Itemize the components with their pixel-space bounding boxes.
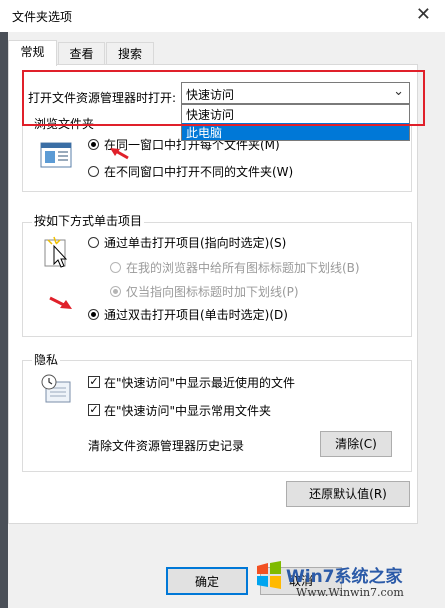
tab-view[interactable]: 查看: [58, 42, 105, 65]
watermark-brand: Win7系统之家: [286, 567, 403, 587]
ok-button[interactable]: 确定: [166, 567, 248, 595]
watermark-url: Www.Winwin7.com: [296, 586, 404, 599]
single-click-label[interactable]: 通过单击打开项目(指向时选定)(S): [104, 234, 286, 251]
underline-browser-label[interactable]: 在我的浏览器中给所有图标标题加下划线(B): [126, 259, 360, 276]
privacy-title: 隐私: [32, 351, 61, 368]
tab-general[interactable]: 常规: [8, 40, 57, 66]
underline-point-label[interactable]: 仅当指向图标标题时加下划线(P): [126, 283, 299, 300]
recent-files-label[interactable]: 在"快速访问"中显示最近使用的文件: [104, 374, 295, 391]
frequent-folders-label[interactable]: 在"快速访问"中显示常用文件夹: [104, 402, 271, 419]
folder-window-icon: [40, 142, 72, 168]
pointer-click-icon: [44, 236, 68, 268]
history-clock-icon: [41, 374, 71, 403]
tab-search[interactable]: 搜索: [106, 42, 154, 65]
annotation-arrow-icon: [49, 296, 72, 309]
radio-new-window[interactable]: [88, 166, 99, 177]
checkbox-recent-files[interactable]: ✓: [88, 376, 100, 388]
window-title: 文件夹选项: [12, 10, 73, 24]
radio-single-click[interactable]: [88, 237, 99, 248]
dropdown-option-label: 此电脑: [186, 126, 223, 140]
clear-history-label: 清除文件资源管理器历史记录: [88, 439, 245, 453]
annotation-arrow-icon: [110, 148, 129, 160]
radio-same-window[interactable]: [88, 139, 99, 150]
checkbox-frequent-folders[interactable]: ✓: [88, 404, 100, 416]
windows-logo-icon: [257, 561, 281, 589]
annotation-highlight-box: [22, 70, 425, 126]
option-new-window-label[interactable]: 在不同窗口中打开不同的文件夹(W): [104, 163, 293, 180]
radio-underline-point[interactable]: [110, 286, 121, 297]
double-click-label[interactable]: 通过双击打开项目(单击时选定)(D): [104, 306, 288, 323]
restore-defaults-button[interactable]: 还原默认值(R): [286, 481, 410, 507]
window-edge: [0, 32, 8, 608]
close-icon[interactable]: ✕: [416, 4, 431, 25]
click-items-title: 按如下方式单击项目: [32, 212, 145, 229]
radio-underline-browser[interactable]: [110, 262, 121, 273]
clear-history-button[interactable]: 清除(C): [320, 431, 392, 457]
radio-double-click[interactable]: [88, 309, 99, 320]
